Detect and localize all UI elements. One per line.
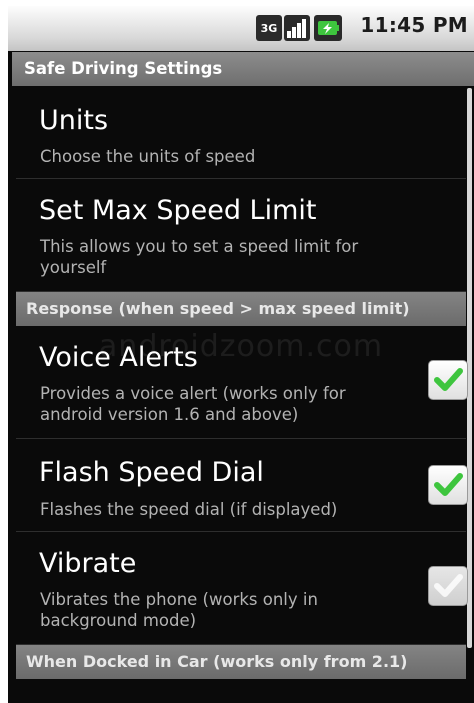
preference-units[interactable]: Units Choose the units of speed bbox=[16, 86, 466, 179]
battery-icon bbox=[314, 15, 342, 45]
preference-max-speed-limit[interactable]: Set Max Speed Limit This allows you to s… bbox=[16, 179, 466, 292]
section-header-response: Response (when speed > max speed limit) bbox=[16, 292, 466, 326]
3g-icon: 3G bbox=[256, 15, 282, 45]
toggle-summary: Flashes the speed dial (if displayed) bbox=[40, 500, 338, 519]
toggle-summary: Vibrates the phone (works only in backgr… bbox=[40, 590, 318, 630]
preference-title: Units bbox=[39, 105, 109, 136]
preference-title: Set Max Speed Limit bbox=[39, 195, 317, 226]
svg-text:3G: 3G bbox=[261, 22, 278, 35]
watermark: androidzoom.com bbox=[98, 329, 384, 364]
flash-speed-dial-checkbox[interactable] bbox=[428, 465, 468, 505]
toggle-title: Flash Speed Dial bbox=[39, 457, 264, 488]
preference-summary: This allows you to set a speed limit for… bbox=[40, 237, 359, 277]
toggle-flash-speed-dial[interactable]: Flash Speed Dial Flashes the speed dial … bbox=[16, 439, 468, 532]
checkmark-icon bbox=[434, 473, 463, 496]
toggle-vibrate[interactable]: Vibrate Vibrates the phone (works only i… bbox=[16, 532, 468, 645]
clock: 11:45 PM bbox=[360, 13, 468, 37]
section-header-docked: When Docked in Car (works only from 2.1) bbox=[16, 645, 466, 679]
status-bar: 3G 11:45 PM bbox=[8, 6, 474, 51]
toggle-summary: Provides a voice alert (works only for a… bbox=[40, 384, 346, 424]
signal-icon bbox=[284, 15, 310, 45]
checkmark-icon bbox=[434, 574, 463, 597]
toggle-title: Vibrate bbox=[39, 548, 137, 579]
voice-alerts-checkbox[interactable] bbox=[428, 360, 468, 400]
preference-summary: Choose the units of speed bbox=[40, 147, 256, 166]
vibrate-checkbox[interactable] bbox=[428, 566, 468, 606]
settings-list: Units Choose the units of speed Set Max … bbox=[16, 86, 468, 679]
checkmark-icon bbox=[434, 368, 463, 391]
app-title: Safe Driving Settings bbox=[12, 52, 474, 86]
phone-screen: 3G 11:45 PM Safe Driving Settings Units … bbox=[8, 6, 474, 703]
